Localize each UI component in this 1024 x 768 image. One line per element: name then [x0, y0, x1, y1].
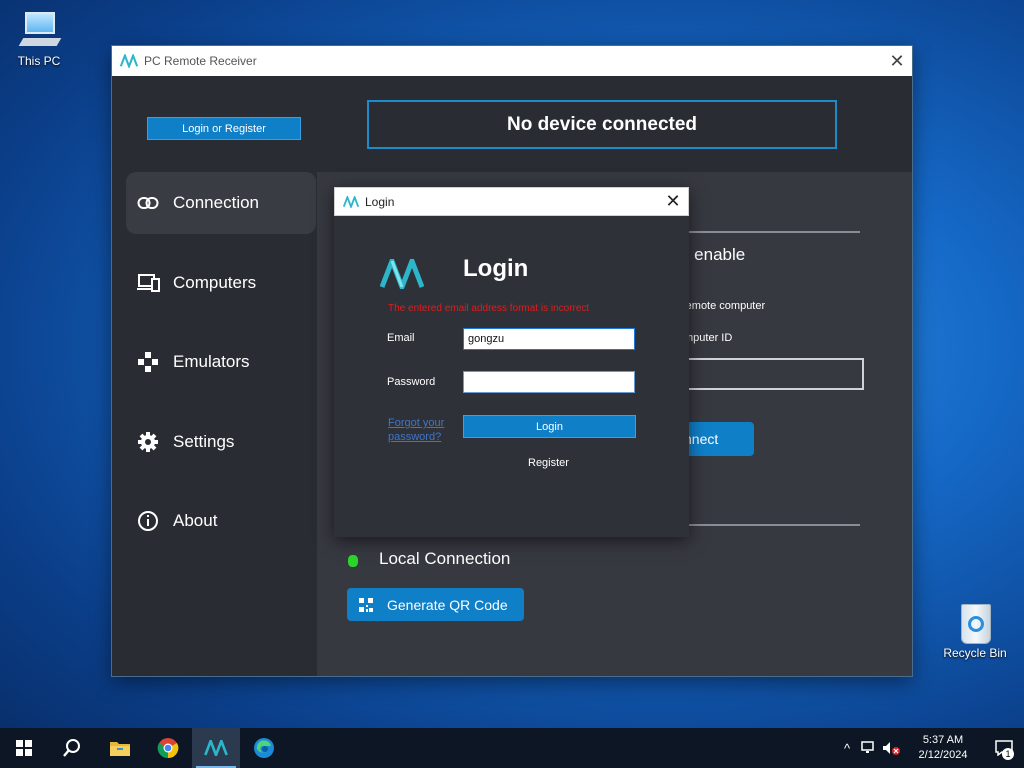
- remote-section-heading: o enable: [680, 245, 746, 264]
- link-icon: [136, 191, 160, 215]
- chevron-up-icon[interactable]: ^: [836, 741, 858, 756]
- app-logo-icon: [120, 54, 138, 68]
- taskbar-pc-remote[interactable]: [192, 728, 240, 768]
- window-titlebar: PC Remote Receiver ✕: [112, 46, 912, 76]
- desktop-icon-this-pc[interactable]: This PC: [3, 10, 75, 68]
- login-register-button[interactable]: Login or Register: [147, 117, 301, 140]
- clock[interactable]: 5:37 AM 2/12/2024: [908, 733, 978, 763]
- taskbar-chrome[interactable]: [144, 728, 192, 768]
- clock-time: 5:37 AM: [922, 734, 964, 746]
- local-connection-status-dot: [348, 555, 358, 567]
- gamepad-icon: [136, 350, 160, 374]
- dialog-close-button[interactable]: ✕: [658, 191, 688, 212]
- password-label: Password: [387, 376, 436, 388]
- volume-muted-icon[interactable]: [880, 741, 902, 755]
- dialog-heading: Login: [463, 255, 529, 282]
- sidebar-item-computers[interactable]: Computers: [126, 252, 316, 314]
- computer-id-label: mputer ID: [684, 332, 733, 344]
- taskbar-file-explorer[interactable]: [96, 728, 144, 768]
- divider: [672, 231, 860, 233]
- sidebar-item-label: Computers: [173, 273, 257, 292]
- taskbar-edge[interactable]: [240, 728, 288, 768]
- app-logo-icon: [343, 195, 359, 208]
- dialog-title: Login: [365, 194, 395, 209]
- sidebar-item-about[interactable]: About: [126, 490, 316, 552]
- chrome-icon: [157, 738, 179, 759]
- network-icon[interactable]: [858, 741, 880, 755]
- app-logo-icon: [204, 740, 228, 756]
- start-button[interactable]: [0, 728, 48, 768]
- login-button[interactable]: Login: [463, 415, 636, 438]
- sidebar-item-label: Emulators: [173, 352, 250, 371]
- windows-logo-icon: [16, 740, 32, 756]
- sidebar-item-emulators[interactable]: Emulators: [126, 331, 316, 393]
- folder-icon: [110, 742, 130, 756]
- qr-code-icon: [359, 597, 373, 612]
- forgot-password-link[interactable]: Forgot your password?: [388, 416, 460, 444]
- computer-id-input[interactable]: [672, 358, 864, 390]
- device-status-box: No device connected: [367, 100, 837, 149]
- desktop-icon-label: Recycle Bin: [943, 646, 1007, 660]
- edge-icon: [254, 738, 274, 758]
- window-title: PC Remote Receiver: [144, 54, 257, 68]
- taskbar: ^ 5:37 AM 2/12/2024 1: [0, 728, 1024, 768]
- dialog-titlebar: Login ✕: [334, 187, 689, 216]
- sidebar: Connection Computers Emulators Settings …: [112, 172, 317, 676]
- search-icon: [63, 739, 80, 757]
- sidebar-item-label: Connection: [173, 193, 260, 212]
- email-field[interactable]: [463, 328, 635, 350]
- divider: [672, 524, 860, 526]
- password-field[interactable]: [463, 371, 635, 393]
- generate-qr-button[interactable]: Generate QR Code: [347, 588, 524, 621]
- desktop-icon-recycle-bin[interactable]: Recycle Bin: [939, 602, 1011, 660]
- computers-icon: [136, 271, 160, 295]
- computer-icon: [17, 10, 62, 50]
- email-label: Email: [387, 332, 415, 344]
- app-logo-icon: [380, 259, 424, 289]
- clock-date: 2/12/2024: [918, 749, 968, 761]
- remote-section-desc: remote computer: [682, 300, 766, 312]
- desktop-icon-label: This PC: [17, 54, 61, 68]
- notification-badge: 1: [1002, 748, 1014, 760]
- register-link[interactable]: Register: [528, 457, 569, 469]
- qr-button-label: Generate QR Code: [387, 596, 508, 613]
- notification-center-button[interactable]: 1: [984, 728, 1024, 768]
- sidebar-item-label: Settings: [173, 432, 235, 451]
- sidebar-item-settings[interactable]: Settings: [126, 411, 316, 473]
- sidebar-item-connection[interactable]: Connection: [126, 172, 316, 234]
- login-dialog: Login ✕ Login The entered email address …: [334, 187, 689, 537]
- gear-icon: [136, 430, 160, 454]
- window-close-button[interactable]: ✕: [882, 51, 912, 72]
- search-button[interactable]: [48, 728, 96, 768]
- sidebar-item-label: About: [173, 511, 218, 530]
- top-bar: Login or Register No device connected: [112, 76, 912, 172]
- error-message: The entered email address format is inco…: [388, 303, 590, 314]
- info-icon: [136, 509, 160, 533]
- device-status-text: No device connected: [506, 113, 698, 135]
- system-tray: ^ 5:37 AM 2/12/2024 1: [836, 728, 1024, 768]
- recycle-bin-icon: [953, 602, 997, 644]
- local-connection-label: Local Connection: [379, 549, 511, 568]
